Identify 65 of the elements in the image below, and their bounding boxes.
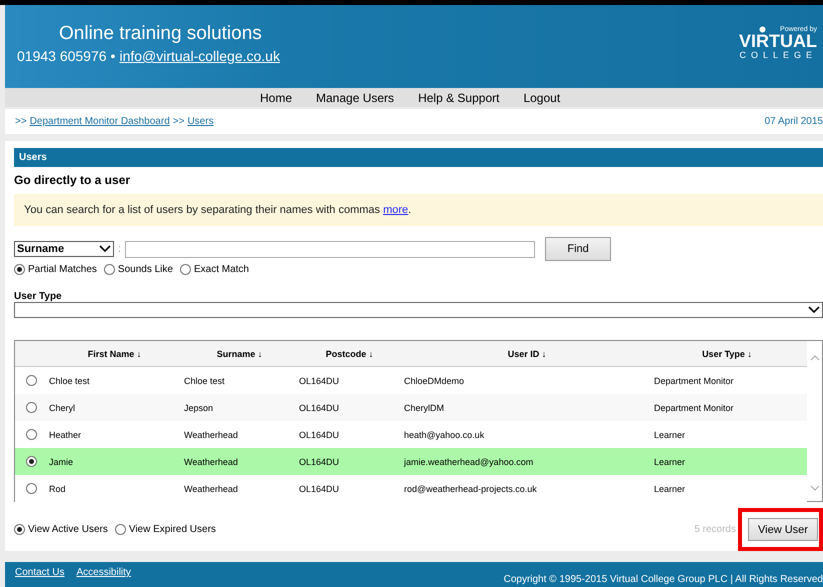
colon-text: : (118, 243, 122, 255)
date-text: 07 April 2015 (764, 116, 823, 127)
logo-subtitle: COLLEGE (739, 50, 817, 60)
table-cell-text: Chloe test (183, 376, 226, 386)
column-header[interactable]: User Type ↓ (652, 348, 802, 358)
nav-link[interactable]: Logout (523, 90, 560, 104)
table-cell-text: rod@weatherhead-projects.co.uk (403, 484, 538, 494)
field-dropdown[interactable]: Surname (14, 241, 114, 257)
phone-number: 01943 605976 (17, 48, 107, 64)
table-row[interactable]: Jamie Weatherhead OL164DU jamie.weatherhead@yahoo.com Learner (15, 448, 807, 475)
table-cell-text: Jamie (48, 456, 74, 466)
table-cell-text: OL164DU (298, 402, 340, 412)
breadcrumb-link[interactable]: Users (187, 116, 214, 127)
section-heading: Go directly to a user (14, 173, 132, 187)
separator-dot: • (110, 48, 116, 64)
view-user-button[interactable]: View User (748, 518, 818, 541)
table-cell-text: OL164DU (298, 484, 340, 494)
site-title: Online training solutions (58, 23, 263, 45)
breadcrumb-separator: >> (172, 116, 184, 127)
table-row[interactable]: Cheryl Jepson OL164DU CherylDM Department Monitor (15, 394, 807, 421)
nav-link[interactable]: Help & Support (418, 90, 500, 104)
radio-label: View Expired Users (128, 524, 216, 535)
table-cell-text: Learner (653, 456, 686, 466)
nav-link[interactable]: Home (260, 90, 292, 104)
table-cell-text: CherylDM (403, 402, 446, 412)
panel-title-bar: Users (14, 148, 823, 167)
column-header[interactable]: Postcode ↓ (297, 348, 402, 358)
table-cell-text: Chloe test (48, 376, 91, 386)
table-cell-text: Jepson (183, 402, 214, 412)
table-cell-text: Learner (653, 430, 686, 440)
more-link[interactable]: more (383, 204, 408, 216)
breadcrumb-link[interactable]: Department Monitor Dashboard (30, 116, 170, 127)
email-link[interactable]: info@virtual-college.co.uk (119, 48, 280, 64)
logo-wordmark: VIRTUAL (739, 32, 817, 50)
radio-label: Exact Match (194, 264, 249, 275)
table-cell-text: Department Monitor (653, 402, 735, 412)
table-cell-text: Weatherhead (183, 430, 239, 440)
nav-link[interactable]: Manage Users (316, 90, 394, 104)
table-cell-text: Heather (48, 430, 82, 440)
table-cell-text: OL164DU (298, 456, 340, 466)
radio-label: Partial Matches (28, 264, 97, 275)
table-cell-text: Department Monitor (653, 376, 735, 386)
radio-label: Sounds Like (118, 264, 173, 275)
breadcrumb-separator: >> (15, 116, 27, 127)
column-header[interactable]: First Name ↓ (47, 348, 182, 358)
table-cell-text: Weatherhead (183, 456, 239, 466)
table-cell-text: Learner (653, 484, 686, 494)
field-label: User Type (14, 291, 63, 302)
footer-link[interactable]: Accessibility (76, 567, 131, 578)
table-cell-text: Cheryl (48, 402, 76, 412)
find-button[interactable]: Find (545, 237, 612, 261)
table-cell-text: OL164DU (298, 430, 340, 440)
table-cell-text: Rod (48, 484, 67, 494)
footer-link[interactable]: Contact Us (15, 567, 64, 578)
record-count: 5 records (694, 524, 736, 535)
copyright-text: Copyright © 1995-2015 Virtual College Group PLC | All Rights Reserved (504, 574, 823, 587)
column-header[interactable]: Surname ↓ (182, 348, 297, 358)
table-cell-text: heath@yahoo.co.uk (403, 430, 486, 440)
notice-message: You can search for a list of users by separating their names with commas more. (14, 194, 823, 226)
table-cell-text: ChloeDMdemo (403, 376, 466, 386)
table-cell-text: Weatherhead (183, 484, 239, 494)
table-cell-text: OL164DU (298, 376, 340, 386)
table-cell-text: jamie.weatherhead@yahoo.com (402, 456, 534, 466)
column-header[interactable]: User ID ↓ (402, 348, 652, 358)
radio-label: View Active Users (28, 524, 108, 535)
